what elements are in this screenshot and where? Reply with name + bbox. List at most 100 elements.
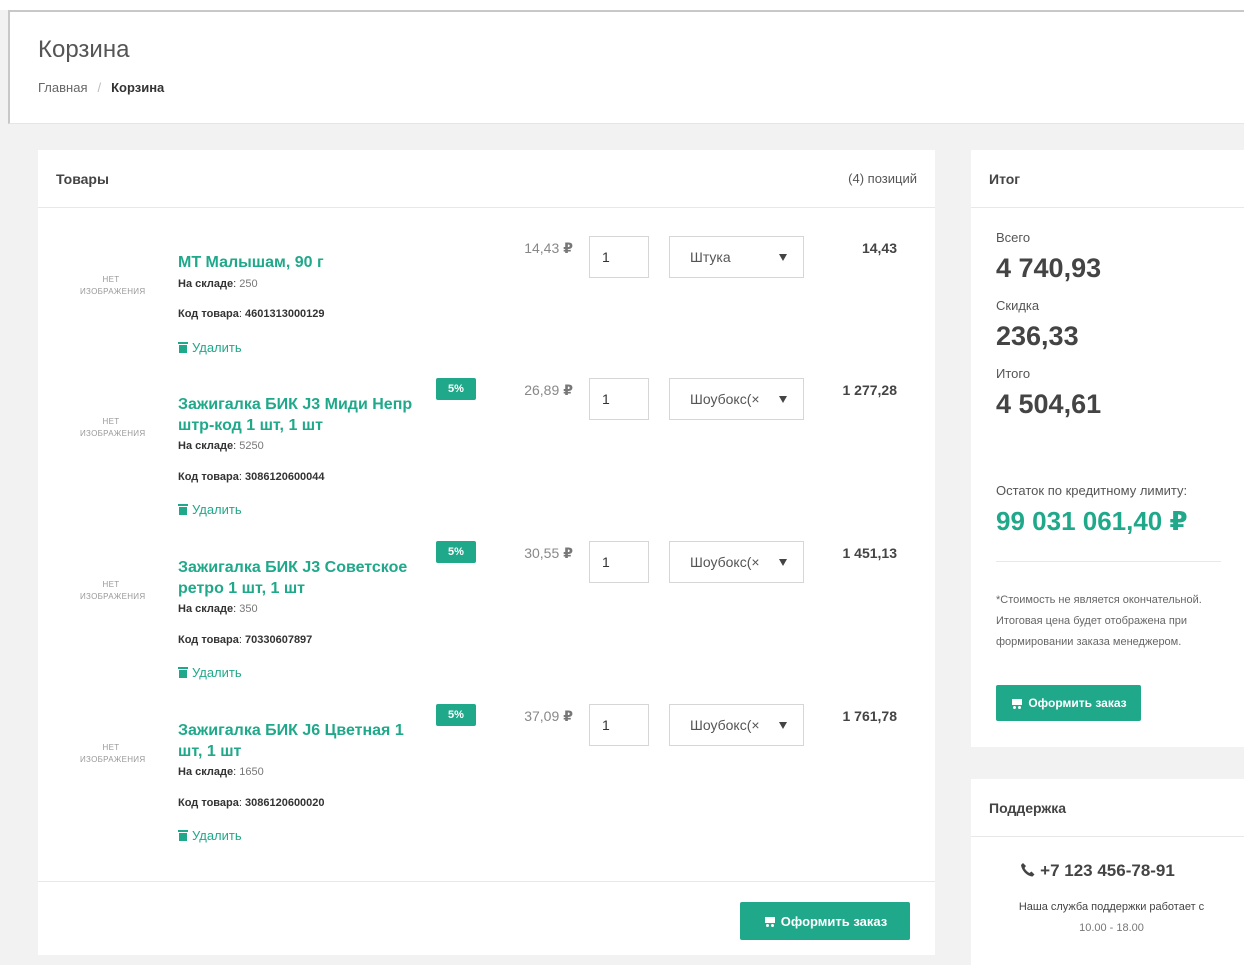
- breadcrumb-current: Корзина: [111, 80, 165, 95]
- chevron-down-icon: [779, 721, 787, 729]
- delete-link[interactable]: Удалить: [178, 502, 242, 517]
- discount-badge: 5%: [436, 378, 476, 400]
- page-title: Корзина: [38, 36, 130, 63]
- quantity-input[interactable]: [589, 704, 649, 746]
- trash-icon: [178, 504, 188, 515]
- breadcrumb-separator: /: [97, 80, 102, 95]
- code-value: 3086120600044: [245, 471, 325, 483]
- unit-select-value: Штука: [690, 249, 731, 265]
- trash-icon: [178, 830, 188, 841]
- delete-link[interactable]: Удалить: [178, 340, 242, 355]
- delete-label: Удалить: [192, 340, 242, 355]
- final-label: Итого: [996, 366, 1031, 381]
- unit-select-value: Шоубокс(×: [690, 717, 760, 733]
- stock-label: На складе: [178, 766, 234, 778]
- final-value: 4 504,61: [996, 389, 1102, 419]
- quantity-input[interactable]: [589, 236, 649, 278]
- breadcrumb-home[interactable]: Главная: [38, 80, 87, 95]
- product-code: Код товара: 4601313000129: [178, 308, 325, 320]
- quantity-input[interactable]: [589, 541, 649, 583]
- checkout-button-label: Оформить заказ: [780, 913, 888, 929]
- stock-label: На складе: [178, 603, 234, 615]
- code-label: Код товара: [178, 308, 239, 320]
- no-image-text: ИЗОБРАЖЕНИЯ: [80, 755, 146, 764]
- support-hours: 10.00 - 18.00: [1079, 922, 1144, 934]
- support-phone[interactable]: +7 123 456-78-91: [971, 861, 1224, 881]
- trash-icon: [178, 667, 188, 678]
- no-image-text: ИЗОБРАЖЕНИЯ: [80, 592, 146, 601]
- product-code: Код товара: 3086120600020: [178, 797, 325, 809]
- stock-value: 350: [239, 603, 258, 615]
- quantity-input[interactable]: [589, 378, 649, 420]
- product-name-link[interactable]: Зажигалка БИК J6 Цветная 1 шт, 1 шт: [178, 720, 423, 762]
- unit-select[interactable]: Штука: [669, 236, 804, 278]
- line-total: 1 277,28: [842, 382, 898, 398]
- code-label: Код товара: [178, 471, 239, 483]
- currency-sign: ₽: [563, 708, 573, 724]
- cart-item: НЕТ ИЗОБРАЖЕНИЯ МТ Малышам, 90 г На склад…: [38, 228, 935, 391]
- no-image-placeholder: НЕТ ИЗОБРАЖЕНИЯ: [80, 416, 145, 440]
- summary-checkout-button[interactable]: Оформить заказ: [996, 685, 1141, 721]
- delete-label: Удалить: [192, 665, 242, 680]
- checkout-button[interactable]: Оформить заказ: [740, 902, 910, 940]
- unit-select[interactable]: Шоубокс(×: [669, 378, 804, 420]
- summary-divider: [996, 561, 1221, 562]
- summary-panel: Итог Всего 4 740,93 Скидка 236,33 Итого …: [971, 150, 1244, 747]
- page-header: Корзина Главная / Корзина: [8, 10, 1244, 124]
- trash-icon: [178, 342, 188, 353]
- stock-info: На складе: 5250: [178, 440, 264, 452]
- stock-value: 5250: [239, 440, 264, 452]
- cart-item: НЕТ ИЗОБРАЖЕНИЯ Зажигалка БИК J3 Миди Неп…: [38, 370, 935, 533]
- breadcrumb: Главная / Корзина: [38, 80, 164, 95]
- unit-price: 14,43 ₽: [508, 240, 573, 257]
- unit-select[interactable]: Шоубокс(×: [669, 541, 804, 583]
- unit-select[interactable]: Шоубокс(×: [669, 704, 804, 746]
- currency-sign: ₽: [563, 382, 573, 398]
- unit-price-value: 30,55: [524, 545, 560, 561]
- product-name-link[interactable]: Зажигалка БИК J3 Советское ретро 1 шт, 1…: [178, 557, 423, 599]
- support-text: Наша служба поддержки работает с: [1018, 901, 1205, 913]
- unit-select-value: Шоубокс(×: [690, 554, 760, 570]
- line-total: 14,43: [861, 240, 897, 256]
- product-name-link[interactable]: Зажигалка БИК J3 Миди Непр штр-код 1 шт,…: [178, 394, 423, 436]
- support-title: Поддержка: [989, 799, 1067, 816]
- currency-sign: ₽: [563, 545, 573, 561]
- stock-info: На складе: 1650: [178, 766, 264, 778]
- cart-icon: [1010, 698, 1024, 709]
- cart-title: Товары: [56, 170, 109, 187]
- summary-checkout-label: Оформить заказ: [1028, 696, 1127, 710]
- cart-item: НЕТ ИЗОБРАЖЕНИЯ Зажигалка БИК J3 Советско…: [38, 533, 935, 696]
- unit-price: 37,09 ₽: [508, 708, 573, 725]
- unit-select-value: Шоубокс(×: [690, 391, 760, 407]
- stock-label: На складе: [178, 440, 234, 452]
- unit-price-value: 14,43: [524, 240, 560, 256]
- unit-price-value: 37,09: [524, 708, 560, 724]
- cart-icon: [763, 916, 777, 927]
- product-name-link[interactable]: МТ Малышам, 90 г: [178, 252, 423, 273]
- currency-sign: ₽: [563, 240, 573, 256]
- delete-link[interactable]: Удалить: [178, 665, 242, 680]
- unit-price: 30,55 ₽: [508, 545, 573, 562]
- stock-value: 250: [239, 278, 258, 290]
- summary-panel-header: Итог: [971, 150, 1244, 208]
- no-image-text: НЕТ: [102, 417, 120, 426]
- top-strip: [0, 0, 1244, 10]
- cart-panel-header: Товары (4) позиций: [38, 150, 935, 208]
- chevron-down-icon: [779, 253, 787, 261]
- support-phone-number: +7 123 456-78-91: [1040, 861, 1175, 880]
- support-panel-header: Поддержка: [971, 779, 1244, 837]
- chevron-down-icon: [779, 558, 787, 566]
- no-image-placeholder: НЕТ ИЗОБРАЖЕНИЯ: [80, 742, 146, 766]
- price-note: *Стоимость не является окончательной. Ит…: [996, 594, 1202, 648]
- stock-info: На складе: 350: [178, 603, 258, 615]
- total-label: Всего: [996, 230, 1031, 245]
- unit-price-value: 26,89: [524, 382, 560, 398]
- code-label: Код товара: [178, 634, 239, 646]
- total-value: 4 740,93: [996, 253, 1102, 283]
- product-code: Код товара: 70330607897: [178, 634, 313, 646]
- delete-link[interactable]: Удалить: [178, 828, 242, 843]
- no-image-text: НЕТ: [102, 743, 120, 752]
- stock-value: 1650: [239, 766, 264, 778]
- phone-icon: [1021, 863, 1035, 877]
- code-label: Код товара: [178, 797, 239, 809]
